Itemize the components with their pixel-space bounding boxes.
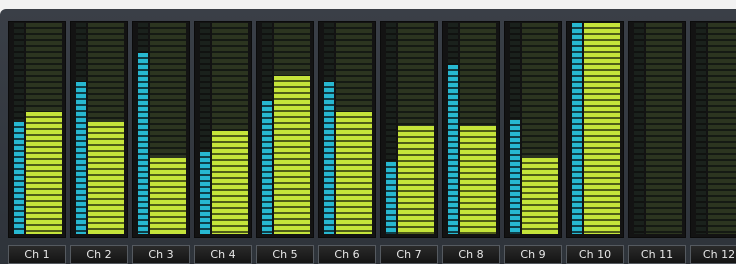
channel-strip-1: Ch 1 xyxy=(8,21,66,264)
channel-strip-9: Ch 9 xyxy=(504,21,562,264)
peak-meter-background xyxy=(634,23,644,234)
level-meter xyxy=(256,21,314,238)
channel-strip-8: Ch 8 xyxy=(442,21,500,264)
channel-label-button[interactable]: Ch 5 xyxy=(256,245,314,264)
channel-strip-2: Ch 2 xyxy=(70,21,128,264)
peak-meter-bar xyxy=(138,53,148,234)
level-meter xyxy=(442,21,500,238)
channel-label-button[interactable]: Ch 3 xyxy=(132,245,190,264)
peak-meter-bar xyxy=(572,23,582,234)
level-meter xyxy=(318,21,376,238)
channel-label-button[interactable]: Ch 7 xyxy=(380,245,438,264)
level-meter-bar xyxy=(584,23,620,234)
level-meter xyxy=(380,21,438,238)
level-meter-bar xyxy=(336,112,372,234)
level-meter xyxy=(8,21,66,238)
peak-meter-bar xyxy=(510,120,520,234)
level-meter xyxy=(504,21,562,238)
level-meter xyxy=(566,21,624,238)
channel-strip-6: Ch 6 xyxy=(318,21,376,264)
channel-label-button[interactable]: Ch 6 xyxy=(318,245,376,264)
level-meter xyxy=(70,21,128,238)
channel-label-button[interactable]: Ch 10 xyxy=(566,245,624,264)
peak-meter-bar xyxy=(262,101,272,234)
level-meter-bar xyxy=(212,131,248,234)
level-meter-bar xyxy=(460,126,496,234)
level-meter xyxy=(194,21,252,238)
channel-label-button[interactable]: Ch 8 xyxy=(442,245,500,264)
channel-label-button[interactable]: Ch 1 xyxy=(8,245,66,264)
level-meter-bar xyxy=(274,76,310,234)
peak-meter-bar xyxy=(386,162,396,234)
channel-strip-11: Ch 11 xyxy=(628,21,686,264)
channel-strip-3: Ch 3 xyxy=(132,21,190,264)
channel-label-button[interactable]: Ch 11 xyxy=(628,245,686,264)
channel-label-button[interactable]: Ch 2 xyxy=(70,245,128,264)
level-meter-bar xyxy=(522,158,558,234)
channel-label-button[interactable]: Ch 4 xyxy=(194,245,252,264)
meter-panel: Ch 1 Ch 2 Ch 3 Ch 4 Ch 5 Ch 6 Ch 7 Ch 8 Ch 9 Ch 1… xyxy=(0,9,736,264)
peak-meter-bar xyxy=(14,122,24,234)
level-meter xyxy=(628,21,686,238)
channel-strip-7: Ch 7 xyxy=(380,21,438,264)
channel-strip-4: Ch 4 xyxy=(194,21,252,264)
level-meter-bar xyxy=(88,122,124,234)
level-meter-bar xyxy=(26,112,62,234)
level-meter xyxy=(690,21,736,238)
peak-meter-background xyxy=(696,23,706,234)
peak-meter-bar xyxy=(200,152,210,234)
peak-meter-bar xyxy=(76,82,86,234)
peak-meter-bar xyxy=(324,82,334,234)
channel-label-button[interactable]: Ch 12 xyxy=(690,245,736,264)
channel-strip-5: Ch 5 xyxy=(256,21,314,264)
level-meter-bar xyxy=(398,126,434,234)
level-meter-bar xyxy=(150,158,186,234)
level-meter-background xyxy=(646,23,682,234)
level-meter xyxy=(132,21,190,238)
channel-label-button[interactable]: Ch 9 xyxy=(504,245,562,264)
channel-strip-10: Ch 10 xyxy=(566,21,624,264)
level-meter-background xyxy=(708,23,736,234)
channel-strip-12: Ch 12 xyxy=(690,21,736,264)
peak-meter-bar xyxy=(448,65,458,234)
